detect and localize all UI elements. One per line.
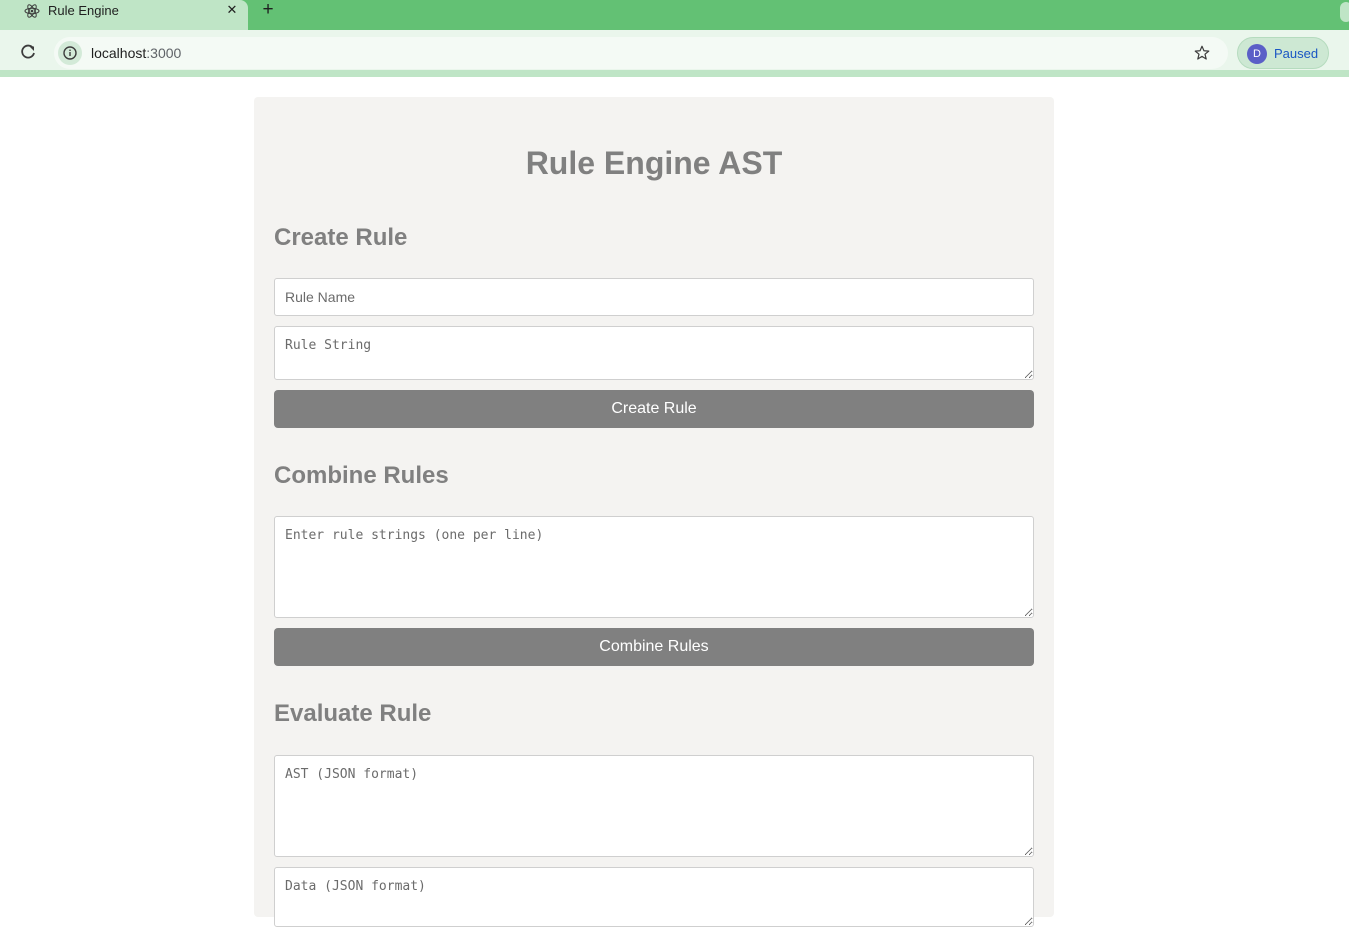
browser-tab[interactable]: Rule Engine ✕ [0,0,248,30]
rule-string-textarea[interactable] [274,326,1034,380]
tab-title: Rule Engine [48,3,119,18]
url-text: localhost:3000 [91,45,181,61]
combine-rules-heading: Combine Rules [274,462,449,489]
ast-json-textarea[interactable] [274,755,1034,857]
avatar: D [1247,44,1267,64]
site-info-icon[interactable] [58,41,82,65]
combine-rules-button[interactable]: Combine Rules [274,628,1034,666]
toolbar-divider [0,70,1349,77]
react-logo-icon [24,4,40,18]
url-host: localhost [91,45,147,61]
profile-status: Paused [1274,46,1319,61]
address-bar[interactable]: localhost:3000 [54,37,1228,69]
new-tab-icon[interactable]: + [258,0,278,21]
profile-button[interactable]: D Paused [1237,37,1329,69]
reload-icon[interactable] [17,41,39,63]
data-json-textarea[interactable] [274,867,1034,927]
create-rule-button[interactable]: Create Rule [274,390,1034,428]
bookmark-star-icon[interactable] [1193,44,1211,62]
url-port: :3000 [146,45,182,61]
rule-name-input[interactable] [274,278,1034,316]
tab-search-button[interactable] [1340,2,1349,22]
close-tab-icon[interactable]: ✕ [224,2,240,18]
evaluate-rule-heading: Evaluate Rule [274,700,432,727]
rule-engine-panel: Rule Engine AST Create Rule Create Rule … [254,97,1054,927]
create-rule-heading: Create Rule [274,224,408,251]
page-title: Rule Engine AST [525,145,783,181]
tab-strip: Rule Engine ✕ + [0,0,1349,30]
rule-strings-textarea[interactable] [274,516,1034,618]
